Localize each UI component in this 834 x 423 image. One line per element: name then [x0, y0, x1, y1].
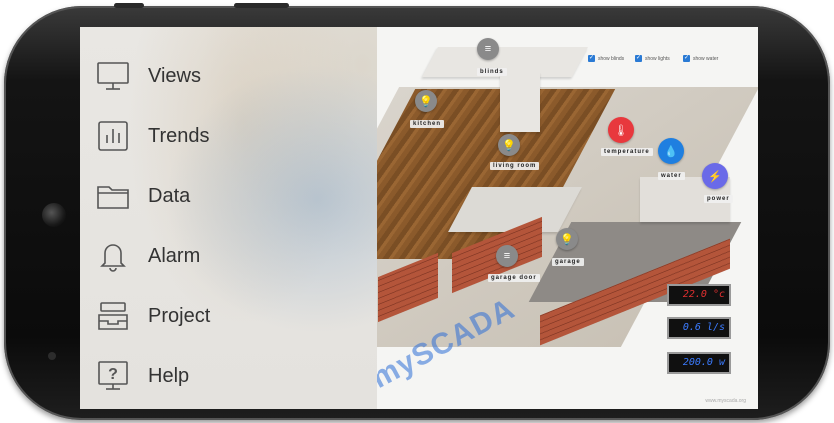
menu-item-alarm[interactable]: Alarm — [96, 236, 200, 276]
menu-item-label: Help — [148, 364, 190, 387]
bar-chart-icon — [96, 119, 130, 153]
volume-button — [114, 3, 144, 8]
lightning-icon: ⚡ — [708, 170, 722, 183]
garage-door-icon: ≡ — [503, 250, 511, 262]
menu-item-label: Alarm — [148, 244, 201, 267]
menu-item-views[interactable]: Views — [96, 56, 201, 96]
house-wall — [500, 72, 540, 132]
screen: mySCADA ✓ show blinds ✓ show lights ✓ sh… — [80, 27, 758, 409]
kitchen-light-button[interactable]: 💡 — [415, 90, 437, 112]
folder-icon — [96, 179, 130, 213]
power-display: 200.0 w — [667, 352, 731, 374]
water-display: 0.6 l/s — [667, 317, 731, 339]
checkbox-label: show lights — [645, 55, 670, 62]
temperature-label: temperature — [601, 148, 653, 156]
website-watermark: www.myscada.org — [705, 398, 746, 404]
checkbox-checked-icon: ✓ — [588, 55, 595, 62]
garage-door-button[interactable]: ≡ — [496, 245, 518, 267]
monitor-icon — [96, 59, 130, 93]
temperature-display: 22.0 °c — [667, 284, 731, 306]
tray-icon — [96, 299, 130, 333]
bell-icon — [96, 239, 130, 273]
water-drop-icon: 💧 — [664, 145, 678, 158]
menu-item-data[interactable]: Data — [96, 176, 190, 216]
svg-text:?: ? — [108, 366, 118, 383]
menu-item-help[interactable]: ? Help — [96, 356, 189, 396]
power-button[interactable]: ⚡ — [702, 163, 728, 189]
checkbox-checked-icon: ✓ — [683, 55, 690, 62]
thermometer-icon: 🌡 — [614, 124, 628, 137]
kitchen-label: kitchen — [410, 120, 445, 128]
menu-item-project[interactable]: Project — [96, 296, 210, 336]
checkbox-checked-icon: ✓ — [635, 55, 642, 62]
temperature-button[interactable]: 🌡 — [608, 117, 634, 143]
light-bulb-icon: 💡 — [419, 95, 433, 108]
living-room-light-button[interactable]: 💡 — [498, 134, 520, 156]
light-bulb-icon: 💡 — [502, 139, 516, 152]
living-room-label: living room — [490, 162, 540, 170]
blinds-icon: ≡ — [484, 43, 492, 55]
blinds-button[interactable]: ≡ — [477, 38, 499, 60]
show-blinds-checkbox[interactable]: ✓ show blinds — [588, 55, 624, 62]
light-bulb-icon: 💡 — [560, 233, 574, 246]
garage-light-button[interactable]: 💡 — [556, 228, 578, 250]
water-label: water — [658, 172, 685, 180]
garage-door-label: garage door — [488, 274, 540, 282]
power-button — [234, 3, 289, 8]
menu-item-label: Data — [148, 184, 191, 207]
menu-item-label: Views — [148, 64, 201, 87]
checkbox-label: show blinds — [598, 55, 625, 62]
proximity-sensor — [48, 352, 56, 360]
show-water-checkbox[interactable]: ✓ show water — [683, 55, 718, 62]
menu-item-label: Project — [148, 304, 211, 327]
blinds-label: blinds — [477, 68, 507, 76]
menu-item-label: Trends — [148, 124, 210, 147]
menu-item-trends[interactable]: Trends — [96, 116, 210, 156]
power-label: power — [704, 195, 733, 203]
checkbox-label: show water — [693, 55, 719, 62]
camera-lens — [42, 203, 66, 227]
show-lights-checkbox[interactable]: ✓ show lights — [635, 55, 670, 62]
garage-label: garage — [552, 258, 584, 266]
water-button[interactable]: 💧 — [658, 138, 684, 164]
side-menu: Views Trends Data Alarm Project ? Help — [80, 27, 377, 409]
help-icon: ? — [96, 359, 130, 393]
